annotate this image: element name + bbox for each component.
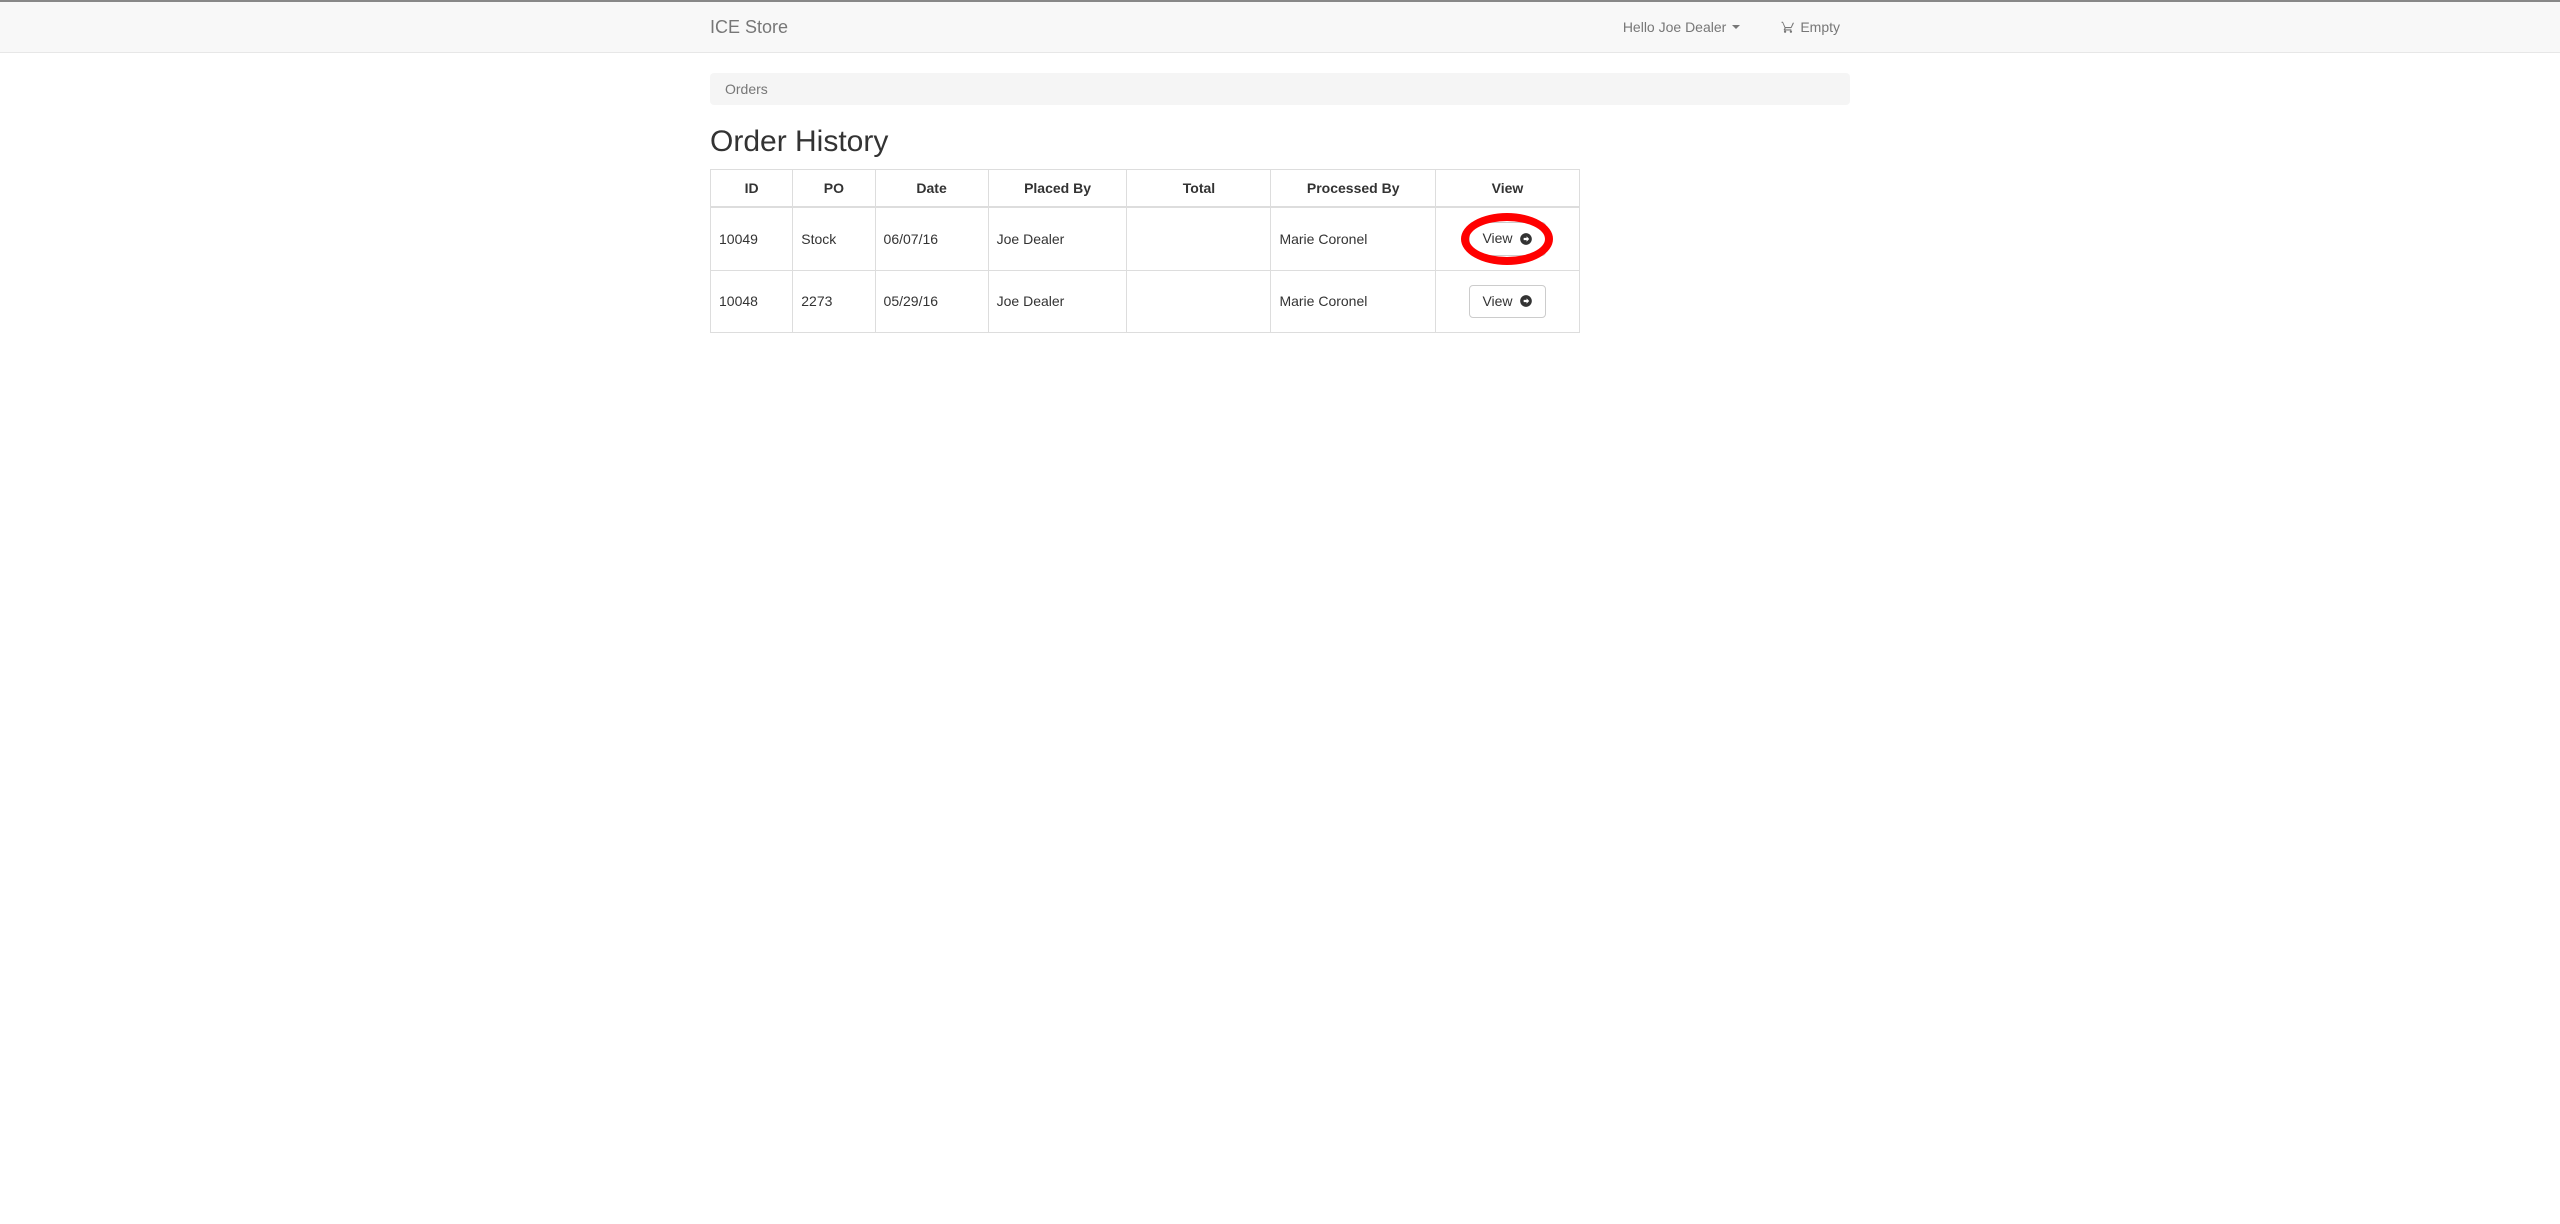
user-menu-dropdown[interactable]: Hello Joe Dealer	[1613, 4, 1751, 50]
header-po: PO	[793, 170, 875, 208]
cell-view: View	[1435, 270, 1579, 333]
cell-po: Stock	[793, 207, 875, 270]
cell-po: 2273	[793, 270, 875, 333]
main-container: Orders Order History ID PO Date Placed B…	[695, 73, 1865, 333]
view-button-label: View	[1482, 292, 1512, 312]
order-history-table: ID PO Date Placed By Total Processed By …	[710, 169, 1580, 333]
table-row: 10049Stock06/07/16Joe Dealer Marie Corone…	[711, 207, 1580, 270]
cart-link[interactable]: Empty	[1770, 4, 1850, 50]
cell-total	[1127, 270, 1271, 333]
cell-placed-by: Joe Dealer	[988, 207, 1127, 270]
cell-processed-by: Marie Coronel	[1271, 270, 1436, 333]
navbar-right: Hello Joe Dealer Empty	[1613, 4, 1850, 50]
view-button[interactable]: View	[1469, 222, 1545, 256]
view-button-label: View	[1482, 229, 1512, 249]
header-placed-by: Placed By	[988, 170, 1127, 208]
view-button[interactable]: View	[1469, 285, 1545, 319]
cell-total	[1127, 207, 1271, 270]
breadcrumb-current: Orders	[725, 81, 768, 97]
arrow-right-circle-icon	[1519, 294, 1533, 308]
chevron-down-icon	[1732, 25, 1740, 29]
user-greeting: Hello Joe Dealer	[1623, 19, 1727, 35]
cart-icon	[1780, 20, 1796, 34]
table-header-row: ID PO Date Placed By Total Processed By …	[711, 170, 1580, 208]
breadcrumb: Orders	[710, 73, 1850, 105]
header-processed-by: Processed By	[1271, 170, 1436, 208]
page-title: Order History	[710, 125, 1850, 159]
cell-id: 10049	[711, 207, 793, 270]
arrow-right-circle-icon	[1519, 232, 1533, 246]
cart-label: Empty	[1800, 19, 1840, 35]
top-navbar: ICE Store Hello Joe Dealer Empty	[0, 0, 2560, 53]
header-date: Date	[875, 170, 988, 208]
cell-id: 10048	[711, 270, 793, 333]
cell-date: 05/29/16	[875, 270, 988, 333]
cell-processed-by: Marie Coronel	[1271, 207, 1436, 270]
cell-placed-by: Joe Dealer	[988, 270, 1127, 333]
header-total: Total	[1127, 170, 1271, 208]
header-id: ID	[711, 170, 793, 208]
cell-date: 06/07/16	[875, 207, 988, 270]
table-row: 10048227305/29/16Joe Dealer Marie Coronel…	[711, 270, 1580, 333]
cell-view: View	[1435, 207, 1579, 270]
header-view: View	[1435, 170, 1579, 208]
brand-link[interactable]: ICE Store	[710, 2, 788, 52]
